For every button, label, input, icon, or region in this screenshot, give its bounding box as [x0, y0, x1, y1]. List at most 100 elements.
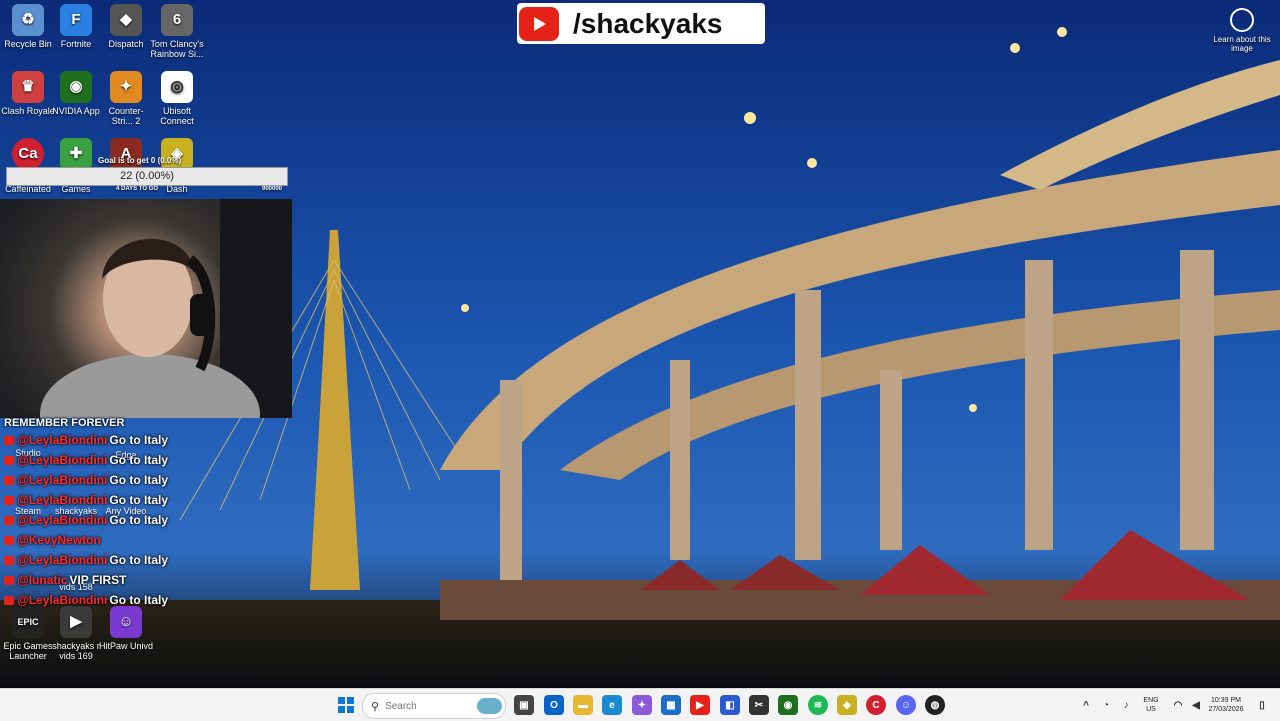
task-view-button[interactable]: ▣	[514, 695, 534, 715]
nvidia-icon: ◉	[783, 699, 793, 711]
youtube-icon	[519, 6, 559, 41]
rainbow-six-shortcut[interactable]: 6 Tom Clancy's Rainbow Si...	[149, 4, 205, 59]
desktop-icon-label: HitPaw Univd	[98, 641, 154, 651]
obs-taskbar-button[interactable]: ◍	[925, 695, 945, 715]
chat-username: @LeylaBiondini	[17, 593, 108, 607]
nvidia-app-shortcut[interactable]: ◉ NVIDIA App	[48, 71, 104, 116]
chat-message: @LeylaBiondini Go to Italy	[4, 590, 204, 610]
clash-royale-icon: ♛	[12, 71, 44, 103]
live-chat-overlay: REMEMBER FOREVER @LeylaBiondini Go to It…	[4, 416, 204, 610]
chat-text: Go to Italy	[109, 433, 169, 447]
fortnite-shortcut[interactable]: F Fortnite	[48, 4, 104, 49]
edge-icon: e	[609, 699, 615, 711]
desktop-icon-label: shackyaks r vids 169	[52, 641, 100, 661]
chat-text: Go to Italy	[109, 453, 169, 467]
caffeinated-taskbar-button[interactable]: C	[866, 695, 886, 715]
hitpaw-shortcut[interactable]: ☺ HitPaw Univd	[98, 606, 154, 651]
capcut-taskbar-button[interactable]: ✂	[749, 695, 769, 715]
chat-username: @KevyNewton	[17, 533, 101, 547]
dispatch-shortcut[interactable]: ◆ Dispatch	[98, 4, 154, 49]
youtube-badge-icon	[4, 435, 14, 445]
app-taskbar-button[interactable]: ◧	[720, 695, 740, 715]
capcut-icon: ✂	[754, 699, 764, 711]
geometry-dash-taskbar-button[interactable]: ◈	[837, 695, 857, 715]
camera-lens-icon	[1230, 8, 1254, 32]
nvidia-icon: ◉	[60, 71, 92, 103]
ubisoft-connect-shortcut[interactable]: ◎ Ubisoft Connect	[149, 71, 205, 126]
clock-date: 27/03/2026	[1208, 706, 1244, 713]
chat-text: Go to Italy	[109, 493, 169, 507]
search-icon: ⚲	[371, 700, 380, 713]
file-explorer-button[interactable]: ▬	[573, 695, 593, 715]
chat-message: @LeylaBiondini Go to Italy	[4, 550, 204, 570]
show-hidden-icons-button[interactable]: ^	[1076, 695, 1096, 715]
chat-message: @LeylaBiondini Go to Italy	[4, 470, 204, 490]
shackyaks-vids-shortcut[interactable]: ▶ shackyaks r vids 169	[48, 606, 104, 661]
tray-app-button[interactable]: ◔	[1096, 695, 1116, 715]
hitpaw-icon: ☺	[110, 606, 142, 638]
youtube-badge-icon	[4, 535, 14, 545]
search-highlight-icon	[477, 698, 502, 714]
desktop-icon-label: NVIDIA App	[52, 106, 100, 116]
outlook-taskbar-button[interactable]: O	[544, 695, 564, 715]
youtube-badge-icon	[4, 475, 14, 485]
chat-message: @LeylaBiondini Go to Italy	[4, 450, 204, 470]
chat-text: Go to Italy	[109, 553, 169, 567]
copilot-icon: ✦	[637, 699, 647, 711]
desktop-icon-label: Dispatch	[108, 39, 144, 49]
chat-message: @LeylaBiondini Go to Italy	[4, 490, 204, 510]
network-tray-button[interactable]: ◠	[1168, 695, 1188, 715]
taskbar-search[interactable]: ⚲	[362, 693, 506, 719]
outlook-icon: O	[550, 699, 558, 711]
edge-taskbar-button[interactable]: e	[602, 695, 622, 715]
recycle-icon: ♻	[12, 4, 44, 36]
chat-message: @lunatic VIP FIRST	[4, 570, 204, 590]
spotify-taskbar-button[interactable]: ≋	[808, 695, 828, 715]
video-folder-icon: ▶	[60, 606, 92, 638]
youtube-badge-icon	[4, 575, 14, 585]
dispatch-icon: ◆	[110, 4, 142, 36]
goal-progress-track: 22 (0.00%)	[6, 167, 288, 186]
desktop-icon-label: Clash Royale	[1, 106, 55, 116]
taskbar: ⚲ ▣ O ▬ e ✦ ▦ ▶ ◧ ✂ ◉ ≋ ◈ C ☺ ◍ ^ ◔ ♪ EN…	[0, 688, 1280, 721]
language-code: ENG	[1143, 697, 1159, 704]
desktop-icon-label: Epic Games Launcher	[3, 641, 53, 661]
start-button[interactable]	[336, 695, 356, 715]
folder-icon: ▬	[578, 699, 588, 711]
chat-message: @KevyNewton	[4, 530, 204, 550]
caffeinated-icon: C	[872, 699, 880, 711]
nvidia-taskbar-button[interactable]: ◉	[778, 695, 798, 715]
tray-app-icon: ◔	[1102, 699, 1110, 711]
learn-about-image-button[interactable]: Learn about this image	[1212, 8, 1272, 53]
chat-text: Go to Italy	[109, 473, 169, 487]
language-indicator[interactable]: ENG US	[1140, 696, 1162, 714]
counter-strike-icon: ✦	[110, 71, 142, 103]
subscriber-goal-widget: Goal is to get 0 (0.0%) 22 (0.00%) 4 DAY…	[6, 153, 288, 193]
copilot-taskbar-button[interactable]: ✦	[632, 695, 652, 715]
chat-message: @LeylaBiondini Go to Italy	[4, 510, 204, 530]
chat-text: VIP FIRST	[69, 573, 127, 587]
youtube-badge-icon	[4, 515, 14, 525]
search-input[interactable]	[383, 699, 478, 713]
app-icon: ◧	[725, 699, 735, 711]
clock[interactable]: 10:39 PM 27/03/2026	[1204, 696, 1248, 714]
youtube-badge-icon	[4, 555, 14, 565]
microphone-tray-button[interactable]: ♪	[1116, 695, 1136, 715]
chat-text: Go to Italy	[109, 593, 169, 607]
desktop-icon-label: Ubisoft Connect	[160, 106, 194, 126]
discord-taskbar-button[interactable]: ☺	[896, 695, 916, 715]
notifications-button[interactable]: ▯	[1252, 695, 1272, 715]
youtube-handle-banner: /shackyaks	[517, 3, 765, 44]
chevron-up-icon: ^	[1083, 699, 1089, 711]
youtube-taskbar-button[interactable]: ▶	[690, 695, 710, 715]
youtube-badge-icon	[4, 595, 14, 605]
store-icon: ▦	[666, 699, 676, 711]
chat-message: @LeylaBiondini Go to Italy	[4, 430, 204, 450]
goal-title: Goal is to get 0 (0.0%)	[98, 156, 182, 165]
geometry-dash-icon: ◈	[843, 699, 851, 711]
store-taskbar-button[interactable]: ▦	[661, 695, 681, 715]
volume-tray-button[interactable]: ◀	[1186, 695, 1206, 715]
chat-username: @lunatic	[17, 573, 68, 587]
counter-strike-shortcut[interactable]: ✦ Counter-Stri... 2	[98, 71, 154, 126]
obs-icon: ◍	[930, 699, 940, 711]
